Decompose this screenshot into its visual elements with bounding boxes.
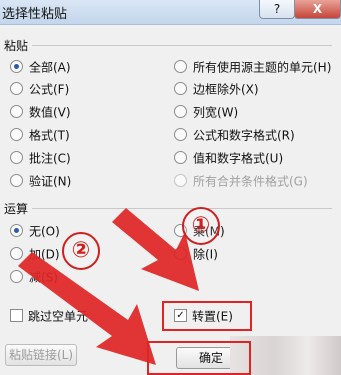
annotation-arrows (18, 208, 199, 365)
callout-2-badge: ② (62, 232, 100, 270)
callout-1-badge: ① (182, 207, 220, 245)
